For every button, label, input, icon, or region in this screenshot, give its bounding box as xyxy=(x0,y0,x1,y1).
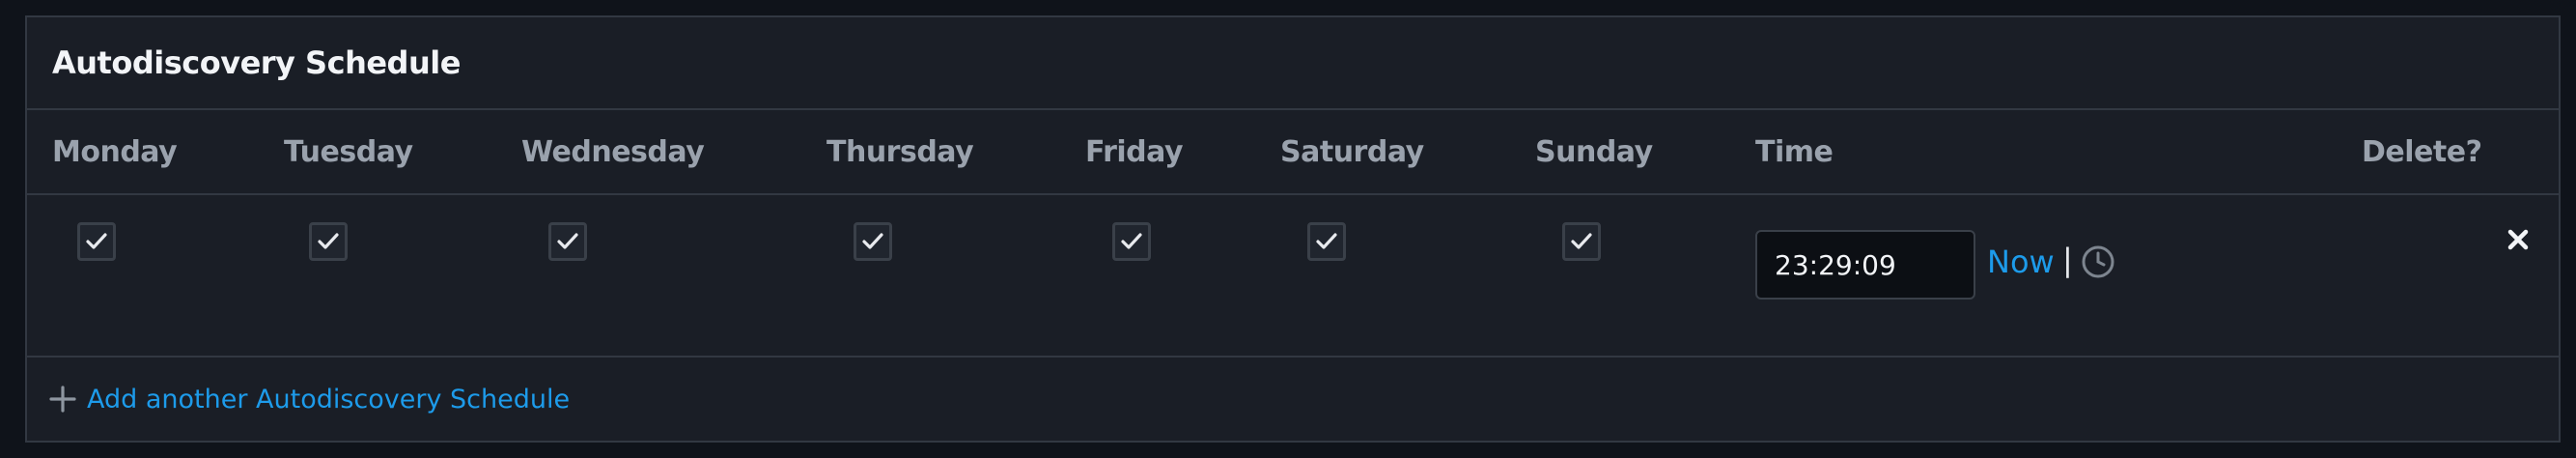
column-header-thursday: Thursday xyxy=(826,135,974,169)
column-header-saturday: Saturday xyxy=(1280,135,1424,169)
sunday-checkbox[interactable] xyxy=(1562,222,1601,261)
column-header-time: Time xyxy=(1755,135,1834,169)
thursday-checkbox[interactable] xyxy=(854,222,892,261)
wednesday-checkbox[interactable] xyxy=(548,222,587,261)
now-link[interactable]: Now xyxy=(1987,243,2055,280)
table-header-row: Monday Tuesday Wednesday Thursday Friday… xyxy=(27,110,2559,195)
check-icon xyxy=(86,233,107,249)
check-icon xyxy=(318,233,339,249)
check-icon xyxy=(1571,233,1592,249)
column-header-sunday: Sunday xyxy=(1535,135,1653,169)
add-schedule-label[interactable]: Add another Autodiscovery Schedule xyxy=(87,385,570,415)
autodiscovery-schedule-panel: Autodiscovery Schedule Monday Tuesday We… xyxy=(25,15,2561,443)
panel-title: Autodiscovery Schedule xyxy=(52,44,461,81)
saturday-checkbox[interactable] xyxy=(1307,222,1346,261)
check-icon xyxy=(862,233,883,249)
check-icon xyxy=(557,233,578,249)
column-header-tuesday: Tuesday xyxy=(284,135,413,169)
separator: | xyxy=(2062,242,2073,278)
time-input[interactable] xyxy=(1755,230,1975,300)
clock-icon[interactable] xyxy=(2080,243,2116,280)
column-header-wednesday: Wednesday xyxy=(521,135,705,169)
tuesday-checkbox[interactable] xyxy=(309,222,348,261)
column-header-friday: Friday xyxy=(1085,135,1184,169)
check-icon xyxy=(1121,233,1142,249)
panel-header: Autodiscovery Schedule xyxy=(27,17,2559,110)
plus-icon xyxy=(49,386,76,413)
schedule-row: Now | xyxy=(27,195,2559,358)
friday-checkbox[interactable] xyxy=(1112,222,1151,261)
monday-checkbox[interactable] xyxy=(77,222,116,261)
check-icon xyxy=(1316,233,1337,249)
close-icon[interactable] xyxy=(2505,226,2532,253)
column-header-monday: Monday xyxy=(52,135,178,169)
column-header-delete: Delete? xyxy=(2362,135,2482,169)
